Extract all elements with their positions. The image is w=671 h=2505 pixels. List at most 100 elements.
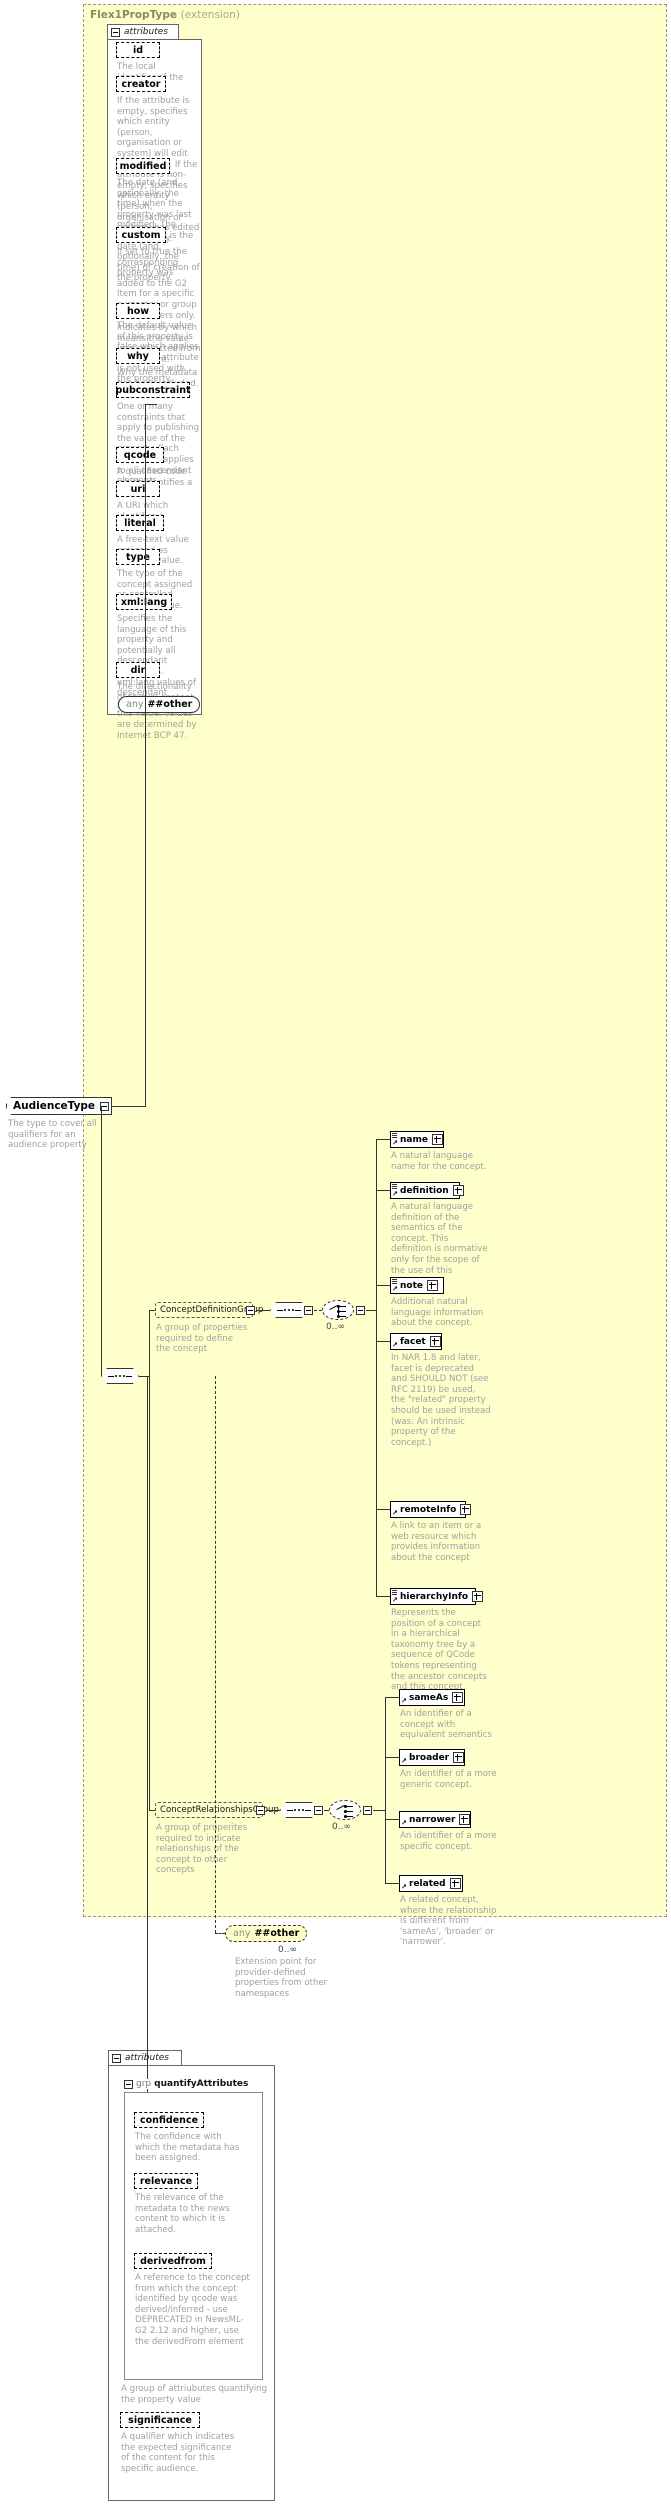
annotation-remoteinfo: A link to an item or a web resource whic… [391, 1521, 482, 1563]
any-other-attribute[interactable]: any ##other [118, 696, 203, 715]
expand-icon[interactable] [460, 1504, 472, 1515]
attribute-id[interactable]: id [116, 42, 162, 60]
ref-arrow-icon: ↗ [401, 1883, 407, 1891]
audiencetype-wrapper: AudienceType [6, 1097, 115, 1118]
ref-arrow-icon: ↗ [392, 1341, 398, 1349]
attribute-dir[interactable]: dir [116, 662, 162, 680]
collapse-icon[interactable] [304, 1306, 313, 1315]
attribute-label: type [126, 551, 150, 563]
collapse-icon[interactable] [246, 1306, 255, 1315]
connector [376, 1509, 390, 1510]
expand-icon[interactable] [459, 1814, 471, 1825]
element-name[interactable]: ↗ name [390, 1131, 446, 1150]
panel-title-suffix: (extension) [180, 9, 241, 21]
panel-title-text: Flex1PropType [90, 9, 177, 21]
connector [314, 1310, 322, 1311]
attribute-uri[interactable]: uri [116, 481, 162, 499]
collapse-icon[interactable] [256, 1806, 265, 1815]
attribute-label: dir [130, 664, 146, 676]
expand-icon[interactable] [431, 1134, 443, 1145]
element-label: narrower [409, 1814, 456, 1825]
concept-definition-group[interactable]: ConceptDefinitionGroup [155, 1302, 263, 1320]
element-narrower[interactable]: ↗ narrower [399, 1811, 473, 1830]
expand-icon[interactable] [427, 1280, 438, 1291]
any-other-extension[interactable]: any ##other [225, 1925, 310, 1944]
attribute-type[interactable]: type [116, 549, 162, 567]
attribute-xml-lang[interactable]: xml:lang [116, 594, 174, 612]
attribute-confidence[interactable]: confidence [134, 2112, 206, 2130]
expand-icon[interactable] [449, 1878, 461, 1889]
audiencetype-node[interactable]: AudienceType [6, 1097, 112, 1115]
annotation-definition: A natural language definition of the sem… [391, 1202, 488, 1286]
audiencetype-label: AudienceType [13, 1100, 96, 1112]
quantifyattributes-tab[interactable]: grp quantifyAttributes [124, 2079, 252, 2089]
collapse-icon[interactable] [111, 27, 120, 37]
attribute-modified[interactable]: modified [116, 158, 172, 176]
element-definition[interactable]: ↗ definition [390, 1182, 464, 1201]
collapse-icon[interactable] [314, 1806, 323, 1815]
attribute-creator[interactable]: creator [116, 76, 168, 94]
connector [215, 1933, 225, 1934]
expand-icon[interactable] [472, 1591, 484, 1602]
annotation-related: A related concept, where the relationshi… [400, 1895, 497, 1948]
attribute-qcode[interactable]: qcode [116, 447, 166, 465]
annotation-confidence: The confidence with which the metadata h… [135, 2132, 240, 2164]
cardinality-crg: 0..∞ [332, 1822, 351, 1832]
ref-arrow-icon: ↗ [392, 1139, 398, 1147]
attribute-derivedfrom[interactable]: derivedfrom [134, 2253, 214, 2271]
element-hierarchyinfo[interactable]: ↗ hierarchyInfo [390, 1588, 484, 1607]
cdg-sequence[interactable] [270, 1302, 308, 1318]
attributes-label: attributes [124, 27, 168, 37]
element-label: facet [400, 1336, 426, 1347]
attribute-label: custom [121, 229, 161, 241]
ref-arrow-icon: ↗ [401, 1819, 407, 1827]
expand-icon[interactable] [452, 1692, 464, 1703]
concept-relationships-group[interactable]: ConceptRelationshipsGroup [155, 1802, 279, 1820]
collapse-icon[interactable] [124, 2079, 133, 2089]
crg-sequence[interactable] [280, 1802, 318, 1818]
ref-arrow-icon: ↗ [401, 1697, 407, 1705]
root-sequence[interactable] [101, 1368, 139, 1384]
crg-choice[interactable] [329, 1800, 361, 1820]
element-facet[interactable]: ↗ facet [390, 1333, 444, 1352]
element-label: remoteInfo [400, 1504, 457, 1515]
attributes-tab-upper[interactable]: attributes [107, 24, 179, 39]
attribute-label: confidence [139, 2114, 199, 2126]
ref-arrow-icon: ↗ [401, 1757, 407, 1765]
group-keyword: grp [136, 2079, 152, 2089]
attribute-pubconstraint[interactable]: pubconstraint [115, 382, 192, 400]
attributes-tab-lower[interactable]: attributes [108, 2050, 182, 2065]
collapse-icon[interactable] [356, 1306, 365, 1315]
connector [366, 1310, 376, 1311]
annotation-audiencetype: The type to cover all qualifiers for an … [8, 1119, 97, 1151]
element-broader[interactable]: ↗ broader [399, 1749, 467, 1768]
element-remoteinfo[interactable]: ↗ remoteInfo [390, 1501, 472, 1520]
annotation-name: A natural language name for the concept. [391, 1151, 487, 1172]
cardinality-any: 0..∞ [278, 1945, 297, 1955]
expand-icon[interactable] [452, 1185, 464, 1196]
cdg-choice[interactable] [322, 1300, 354, 1320]
collapse-icon[interactable] [363, 1806, 372, 1815]
attribute-how[interactable]: how [116, 303, 162, 321]
attribute-literal[interactable]: literal [116, 515, 166, 533]
connector [385, 1757, 399, 1758]
expand-icon[interactable] [429, 1336, 441, 1347]
connector [385, 1819, 399, 1820]
attribute-significance[interactable]: significance [120, 2412, 202, 2430]
attribute-why[interactable]: why [116, 348, 162, 366]
annotation-broader: An identifier of a more generic concept. [400, 1769, 497, 1790]
element-note[interactable]: ↗ note [390, 1277, 446, 1296]
collapse-icon[interactable] [112, 2053, 121, 2063]
attribute-label: why [127, 350, 149, 362]
element-sameas[interactable]: ↗ sameAs [399, 1689, 467, 1708]
doc-lines-icon [392, 1590, 397, 1595]
attribute-relevance[interactable]: relevance [134, 2173, 200, 2191]
expand-icon[interactable] [453, 1752, 465, 1763]
annotation-significance: A qualifier which indicates the expected… [121, 2432, 235, 2474]
doc-lines-icon [392, 1279, 397, 1284]
attribute-custom[interactable]: custom [116, 227, 168, 245]
any-word: any [126, 699, 144, 710]
connector [149, 1310, 150, 1810]
element-related[interactable]: ↗ related [399, 1875, 465, 1894]
ref-arrow-icon: ↗ [392, 1596, 398, 1604]
